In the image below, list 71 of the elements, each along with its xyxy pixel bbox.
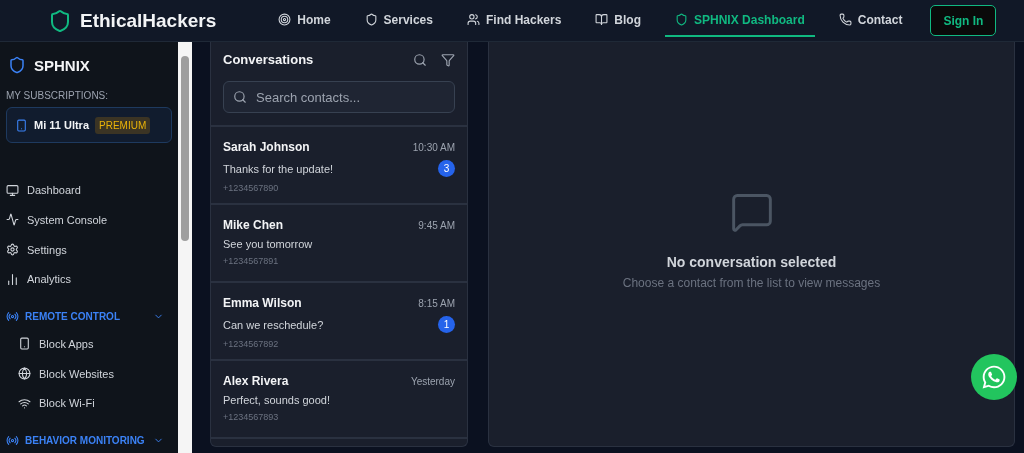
smartphone-icon [18, 337, 31, 351]
contact-name: Sarah Johnson [223, 140, 311, 154]
sign-in-button[interactable]: Sign In [930, 5, 997, 36]
smartphone-icon [15, 118, 28, 132]
sidebar-item[interactable]: Block Wi-Fi [6, 388, 172, 419]
search-icon [233, 90, 247, 104]
sidebar-item[interactable]: Analytics [6, 264, 172, 295]
sidebar-item[interactable]: Block Websites [6, 358, 172, 389]
sidebar-item[interactable]: Block Apps [6, 329, 172, 359]
device-name: Mi 11 Ultra [34, 119, 90, 132]
search-field[interactable]: Search contacts... [223, 81, 455, 113]
panel-title: Conversations [223, 52, 315, 67]
pulse-icon [6, 213, 19, 227]
search-button[interactable] [413, 52, 427, 67]
section-label: MY SUBSCRIPTIONS: [6, 90, 110, 101]
shield-icon [8, 56, 26, 74]
conversation-item[interactable]: Alex Rivera Yesterday Perfect, sounds good! +1234567893 [211, 361, 467, 439]
phone-number: +1234567891 [223, 256, 280, 266]
target-icon [278, 13, 292, 26]
shield-icon [364, 13, 378, 26]
nav-link[interactable]: Contact [828, 4, 913, 37]
message-time: Yesterday [410, 375, 455, 387]
message-time: 9:45 AM [418, 219, 455, 231]
phone-number: +1234567893 [223, 412, 280, 422]
sidebar-title: SPHNIX [34, 56, 90, 74]
phone-number: +1234567892 [223, 339, 280, 349]
sidebar-group[interactable]: REMOTE CONTROL [6, 304, 172, 330]
shield-icon [48, 8, 72, 33]
contact-name: Emma Wilson [223, 296, 303, 310]
unread-count: 1 [438, 316, 455, 333]
whatsapp-icon [981, 364, 1007, 390]
sidebar-item[interactable]: Dashboard [6, 175, 172, 206]
message-preview: Can we reschedule? [223, 318, 325, 331]
contact-name: Mike Chen [223, 218, 284, 232]
message-time: 10:30 AM [412, 141, 455, 153]
shield-icon [675, 13, 689, 26]
nav-link[interactable]: Services [354, 4, 443, 37]
users-icon [467, 13, 480, 26]
plan-tag: PREMIUM [95, 116, 151, 134]
nav-link[interactable]: Find Hackers [457, 4, 572, 37]
nav-link[interactable]: SPHNIX Dashboard [665, 4, 815, 37]
conversation-item[interactable]: Emma Wilson 8:15 AM Can we reschedule? 1 +1234567892 [211, 283, 467, 361]
empty-title: No conversation selected [666, 254, 837, 270]
message-preview: Thanks for the update! [223, 162, 335, 175]
book-icon [595, 13, 609, 26]
settings-icon [6, 243, 19, 257]
message-preview: See you tomorrow [223, 238, 314, 250]
monitor-icon [6, 183, 19, 197]
nav-link[interactable]: Blog [585, 4, 652, 37]
sidebar-item[interactable]: System Console [6, 205, 172, 235]
sidebar-group[interactable]: BEHAVIOR MONITORING [6, 428, 172, 453]
brand-logo[interactable]: EthicalHackers [48, 8, 217, 33]
broadcast-icon [6, 310, 19, 324]
unread-count: 3 [438, 160, 455, 177]
message-preview: Perfect, sounds good! [223, 394, 331, 406]
nav-link[interactable]: Home [268, 4, 341, 37]
conversation-item[interactable]: Sarah Johnson 10:30 AM Thanks for the update! 3 +1234567890 [211, 127, 467, 205]
wifi-icon [18, 396, 31, 410]
subscription-card[interactable]: Mi 11 Ultra PREMIUM [6, 107, 172, 144]
message-time: 8:15 AM [418, 297, 455, 309]
scrollbar[interactable] [178, 42, 192, 453]
phone-icon [838, 13, 852, 26]
phone-number: +1234567890 [223, 183, 280, 193]
empty-hint: Choose a contact from the list to view messages [622, 276, 881, 290]
bar-chart-icon [6, 272, 19, 286]
globe-icon [18, 367, 31, 381]
sidebar-item[interactable]: Settings [6, 234, 172, 265]
broadcast-icon [6, 434, 19, 447]
filter-button[interactable] [441, 52, 455, 67]
contact-name: Alex Rivera [223, 374, 290, 388]
conversation-item[interactable]: Mike Chen 9:45 AM See you tomorrow +1234567891 [211, 205, 467, 283]
